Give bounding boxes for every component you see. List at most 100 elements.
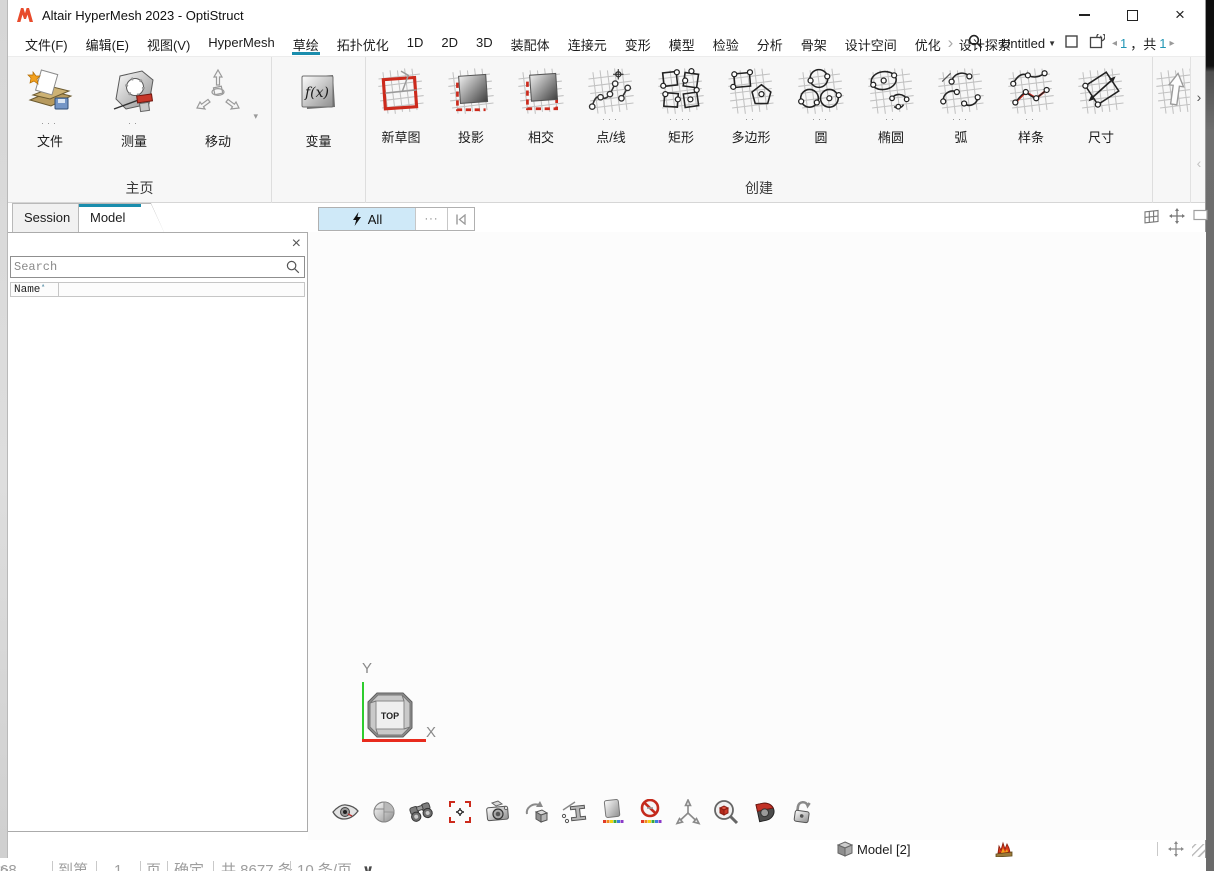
window-layout-button[interactable] (1193, 208, 1209, 222)
menu-item-1d[interactable]: 1D (398, 30, 433, 56)
zoom-model-button[interactable] (712, 798, 739, 826)
page-prev-button[interactable]: ◂ (1112, 38, 1117, 49)
visibility-button[interactable] (332, 798, 359, 826)
bg-per-page-select[interactable]: 10 条/页 (297, 860, 352, 871)
dimension-tool[interactable]: 尺寸 (1066, 57, 1136, 146)
ribbon-clipped-tool[interactable] (1155, 67, 1190, 133)
publish-button[interactable] (1086, 30, 1108, 52)
menu-item-morph[interactable]: 变形 (616, 30, 660, 56)
search-icon[interactable] (286, 260, 300, 274)
panel-close-button[interactable]: × (292, 236, 301, 252)
move-tool[interactable]: ▾ 移动 (176, 57, 260, 150)
view-sphere-button[interactable] (370, 798, 397, 826)
project-tool[interactable]: 投影 (436, 57, 506, 146)
status-model-indicator[interactable]: Model [2] (837, 841, 910, 857)
menu-item-view[interactable]: 视图(V) (138, 30, 199, 56)
menu-item-design-space[interactable]: 设计空间 (836, 30, 906, 56)
grid-view-button[interactable] (1144, 208, 1161, 224)
new-sketch-icon (377, 67, 425, 115)
menu-item-file[interactable]: 文件(F) (16, 30, 77, 56)
pan-view-button[interactable] (1169, 208, 1185, 224)
filter-more-button[interactable]: ··· (415, 208, 447, 230)
variable-tool[interactable]: f(x) 变量 (272, 57, 365, 150)
resize-grip[interactable] (1192, 844, 1205, 857)
bg-goto-prefix-label: 到第 (58, 860, 88, 871)
rotate-cube-icon (523, 800, 549, 824)
move-dropdown-icon[interactable]: ▾ (253, 111, 258, 122)
section-button[interactable] (560, 798, 587, 826)
menu-item-connectors[interactable]: 连接元 (559, 30, 616, 56)
nav-forward-button[interactable]: › (944, 33, 958, 53)
menu-item-3d[interactable]: 3D (467, 30, 502, 56)
recenter-button[interactable] (446, 798, 473, 826)
view-cube[interactable]: TOP (365, 690, 415, 740)
ribbon-group-create-label: 创建 (366, 178, 1152, 198)
display-off-button[interactable] (636, 798, 663, 826)
padlock-icon (791, 799, 813, 825)
polygon-tool[interactable]: ·· 多边形 (716, 57, 786, 146)
capture-button[interactable] (484, 798, 511, 826)
bg-dropdown-chevron-icon[interactable]: ∨ (362, 860, 374, 871)
page-next-button[interactable]: ▸ (1170, 38, 1175, 49)
frame-button[interactable] (1060, 30, 1082, 52)
new-sketch-tool[interactable]: 新草图 (366, 57, 436, 146)
measure-tool[interactable]: ·· 测量 (92, 57, 176, 150)
menu-item-validate[interactable]: 检验 (704, 30, 748, 56)
menu-item-sketch-active[interactable]: 草绘 (284, 30, 328, 56)
menu-item-topology-opt[interactable]: 拓扑优化 (328, 30, 398, 56)
bg-next-page-button[interactable]: > (0, 860, 9, 871)
menu-item-analyze[interactable]: 分析 (748, 30, 792, 56)
lock-button[interactable] (788, 798, 815, 826)
arc-tool[interactable]: ··· 弧 (926, 57, 996, 146)
collapse-to-start-button[interactable] (447, 208, 474, 230)
search-button[interactable] (964, 30, 986, 52)
browser-list-area[interactable] (9, 298, 306, 830)
view-cube-face-label: TOP (381, 711, 399, 721)
measure-more-dots: ·· (92, 119, 176, 129)
find-button[interactable] (408, 798, 435, 826)
menu-item-hypermesh[interactable]: HyperMesh (199, 30, 283, 56)
entity-display-button[interactable] (598, 798, 625, 826)
ellipse-tool[interactable]: ·· 椭圆 (856, 57, 926, 146)
menu-item-2d[interactable]: 2D (432, 30, 467, 56)
browser-search-box (10, 256, 305, 278)
rectangle-tool[interactable]: ···· 矩形 (646, 57, 716, 146)
file-icon (24, 67, 76, 119)
tab-model[interactable]: Model (78, 203, 164, 232)
filter-all-button[interactable]: All (319, 208, 415, 230)
file-tool[interactable]: ··· 文件 (8, 57, 92, 150)
menu-item-model[interactable]: 模型 (660, 30, 704, 56)
search-input[interactable] (14, 258, 282, 276)
points-lines-tool[interactable]: ··· 点/线 (576, 57, 646, 146)
menu-item-skeleton[interactable]: 骨架 (792, 30, 836, 56)
menu-item-assembly[interactable]: 装配体 (502, 30, 559, 56)
arc-label: 弧 (926, 127, 996, 146)
axes-button[interactable] (674, 798, 701, 826)
circle-tool[interactable]: ··· 圆 (786, 57, 856, 146)
flame-icon[interactable] (994, 840, 1014, 857)
graphics-canvas[interactable]: Y X TOP (308, 232, 1206, 840)
column-divider[interactable] (58, 283, 59, 296)
ribbon-scroll-prev-button[interactable]: ‹ (1191, 155, 1207, 171)
ribbon-scroll-next-button[interactable]: › (1191, 89, 1207, 105)
axis-x-label: X (426, 724, 436, 741)
publish-icon (1089, 34, 1105, 49)
close-button[interactable]: × (1160, 0, 1200, 30)
spline-tool[interactable]: ·· 样条 (996, 57, 1066, 146)
browser-column-header[interactable]: Name ▴ (10, 282, 305, 297)
mask-button[interactable] (750, 798, 777, 826)
maximize-button[interactable] (1112, 0, 1152, 30)
status-pan-icon[interactable] (1168, 841, 1184, 857)
session-selector[interactable]: Untitled ▼ (1001, 30, 1056, 56)
dimension-dots (1066, 115, 1136, 125)
bg-confirm-button[interactable]: 确定 (174, 860, 204, 871)
intersect-tool[interactable]: 相交 (506, 57, 576, 146)
nav-back-button[interactable]: ‹ (930, 33, 944, 53)
minimize-button[interactable] (1064, 0, 1104, 30)
move-more-dots (176, 119, 260, 129)
bg-total-count-label: 共 8677 条 (221, 860, 293, 871)
name-column-header[interactable]: Name (14, 284, 40, 296)
orient-button[interactable] (522, 798, 549, 826)
bg-goto-page-input[interactable]: 1 (114, 860, 122, 871)
menu-item-edit[interactable]: 编辑(E) (77, 30, 138, 56)
